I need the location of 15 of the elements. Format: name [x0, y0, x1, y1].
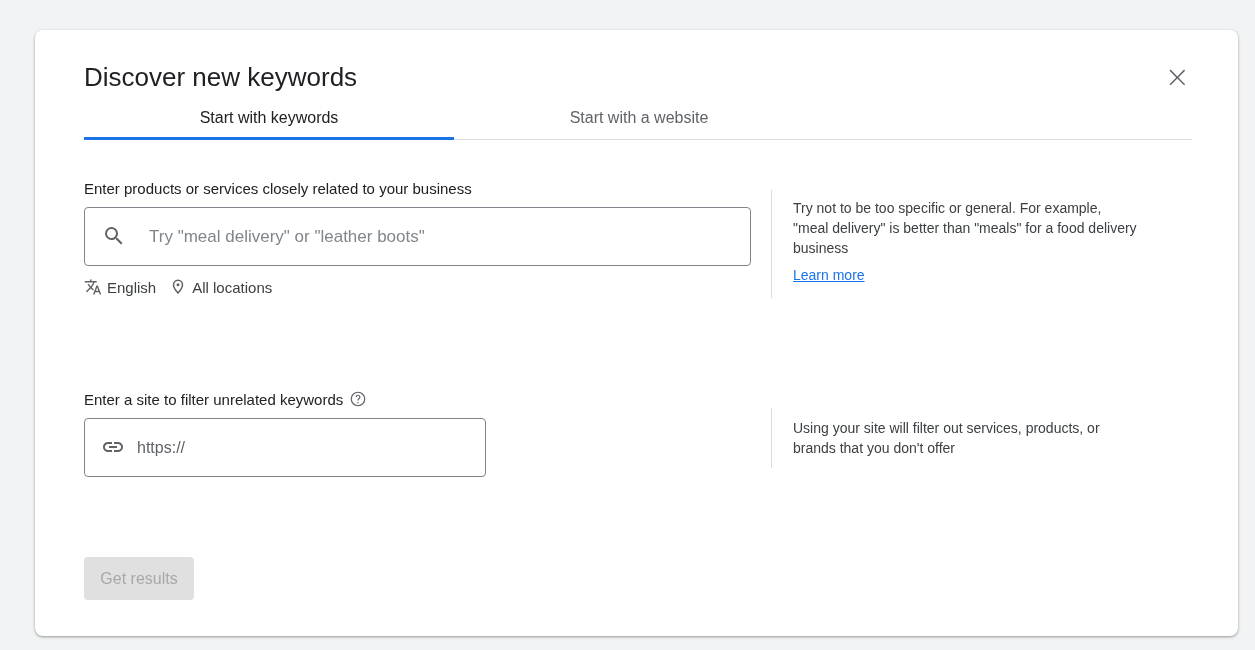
hint-text: Using your site will filter out services, products, or brands that you don't offer — [793, 419, 1101, 458]
help-icon[interactable] — [349, 390, 368, 408]
learn-more-link[interactable]: Learn more — [793, 267, 865, 283]
translate-icon — [84, 278, 102, 296]
close-button[interactable]: × — [1162, 62, 1192, 92]
field-label: Enter products or services closely related to your business — [84, 180, 473, 197]
language-selector[interactable]: English — [107, 278, 157, 296]
dialog-title: Discover new keywords — [84, 61, 358, 94]
location-selector[interactable]: All locations — [192, 278, 273, 296]
tab[interactable]: Start with keywords — [84, 98, 454, 140]
field-label: Enter a site to filter unrelated keywords — [84, 390, 344, 408]
hint-text: Try not to be too specific or general. For example, "meal delivery" is better than "meals" for a food delivery business — [793, 199, 1138, 258]
tab[interactable]: Start with a website — [454, 98, 824, 140]
url-field[interactable]: https:// — [84, 418, 486, 477]
search-field[interactable]: Try "meal delivery" or "leather boots" — [84, 207, 751, 266]
